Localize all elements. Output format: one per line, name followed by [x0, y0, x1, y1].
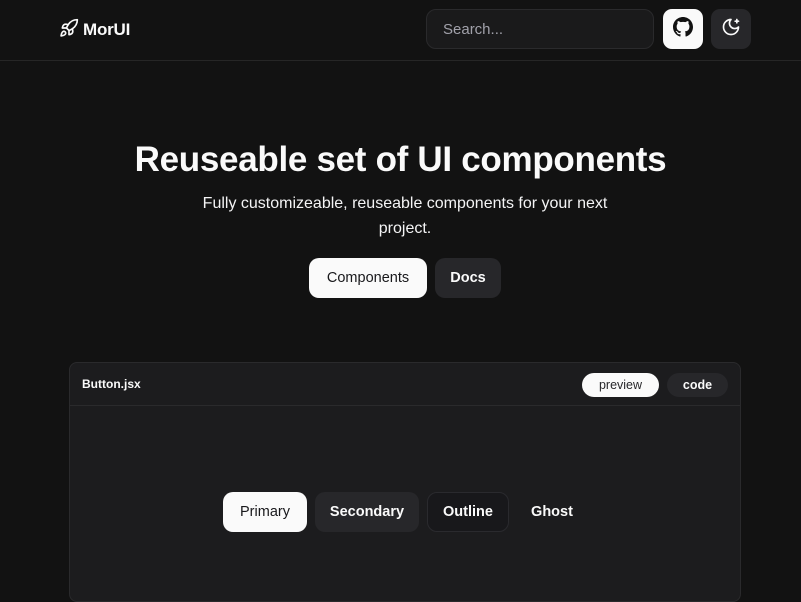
logo-text: MorUI — [83, 20, 131, 39]
components-button[interactable]: Components — [309, 258, 427, 298]
tab-code[interactable]: code — [667, 373, 728, 397]
ghost-demo-button[interactable]: Ghost — [517, 492, 587, 532]
rocket-icon — [59, 18, 79, 43]
preview-card-header: Button.jsx preview code — [70, 363, 740, 406]
component-preview-card: Button.jsx preview code Primary Secondar… — [69, 362, 741, 602]
github-button[interactable] — [663, 9, 703, 49]
hero-title: Reuseable set of UI components — [134, 140, 667, 179]
logo[interactable]: MorUI — [59, 18, 131, 43]
search-input[interactable] — [426, 9, 654, 49]
top-navbar: MorUI — [0, 0, 801, 61]
docs-button[interactable]: Docs — [435, 258, 501, 298]
github-icon — [673, 16, 693, 42]
file-name: Button.jsx — [82, 377, 141, 391]
secondary-demo-button[interactable]: Secondary — [315, 492, 419, 532]
outline-demo-button[interactable]: Outline — [427, 492, 509, 532]
primary-demo-button[interactable]: Primary — [223, 492, 307, 532]
moon-sparkle-icon — [721, 17, 741, 42]
hero-subtitle: Fully customizeable, reuseable component… — [202, 195, 608, 237]
tab-preview[interactable]: preview — [582, 373, 659, 397]
theme-toggle-button[interactable] — [711, 9, 751, 49]
